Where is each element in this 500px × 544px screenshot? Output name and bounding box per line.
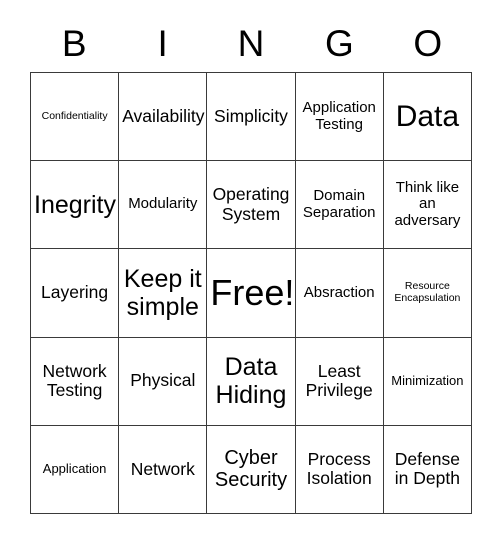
bingo-grid: Confidentiality Availability Simplicity App… (30, 72, 472, 514)
bingo-cell[interactable]: Application (31, 425, 120, 514)
bingo-header-letter-o: O (413, 22, 443, 64)
bingo-cell-label: Keep it simple (123, 264, 202, 321)
bingo-cell-label: Cyber Security (214, 447, 288, 492)
bingo-cell[interactable]: Keep it simple (119, 249, 208, 338)
bingo-cell-free-space[interactable]: Free! (207, 249, 296, 338)
bingo-cell[interactable]: Network Testing (31, 337, 120, 426)
bingo-cell[interactable]: Cyber Security (207, 425, 296, 514)
bingo-cell-label: Application (42, 461, 107, 477)
bingo-cell[interactable]: Network (119, 425, 208, 514)
bingo-header-letter-n: N (237, 22, 265, 64)
bingo-header-letter-i: I (157, 22, 168, 64)
bingo-cell[interactable]: Defense in Depth (383, 425, 472, 514)
bingo-cell-label: Defense in Depth (394, 448, 460, 489)
bingo-cell-label: Minimization (391, 372, 464, 388)
bingo-cell[interactable]: Operating System (207, 161, 296, 250)
bingo-cell-label: Availability (122, 105, 205, 126)
bingo-cell[interactable]: Inegrity (31, 161, 120, 250)
bingo-cell[interactable]: Modularity (119, 161, 208, 250)
bingo-cell-label: Think like an adversary (394, 178, 461, 230)
bingo-cell-label: Data (395, 99, 460, 133)
bingo-cell-label: Confidentiality (41, 109, 108, 122)
bingo-cell[interactable]: Data (383, 73, 472, 162)
bingo-cell-label: Resource Encapsulation (394, 280, 461, 304)
bingo-cell[interactable]: Simplicity (207, 73, 296, 162)
bingo-cell[interactable]: Absraction (295, 249, 384, 338)
bingo-cell[interactable]: Least Privilege (295, 337, 384, 426)
bingo-cell-label: Layering (41, 282, 109, 303)
bingo-cell-label: Simplicity (214, 105, 288, 126)
bingo-cell[interactable]: Availability (119, 73, 208, 162)
bingo-cell-label: Operating System (212, 184, 290, 224)
bingo-cell-label: Network Testing (42, 360, 107, 401)
bingo-cell-label: Process Isolation (306, 448, 372, 489)
bingo-cell-label: Physical (130, 370, 196, 391)
bingo-cell[interactable]: Process Isolation (295, 425, 384, 514)
bingo-cell-label: Application Testing (302, 98, 376, 133)
bingo-cell[interactable]: Think like an adversary (383, 161, 472, 250)
bingo-header-letter-b: B (61, 22, 87, 64)
bingo-cell[interactable]: Confidentiality (31, 73, 120, 162)
bingo-cell-label: Data Hiding (215, 353, 287, 410)
bingo-header-row: B I N G O (30, 14, 472, 72)
bingo-header-letter-g: G (325, 22, 354, 64)
bingo-cell-label: Modularity (128, 195, 198, 213)
bingo-cell[interactable]: Resource Encapsulation (383, 249, 472, 338)
bingo-cell-label: Domain Separation (302, 186, 376, 221)
bingo-cell-label: Absraction (303, 283, 375, 301)
bingo-cell-label: Least Privilege (305, 360, 373, 401)
bingo-cell-label: Free! (210, 271, 295, 313)
bingo-cell[interactable]: Application Testing (295, 73, 384, 162)
bingo-cell[interactable]: Minimization (383, 337, 472, 426)
bingo-cell[interactable]: Data Hiding (207, 337, 296, 426)
bingo-cell[interactable]: Physical (119, 337, 208, 426)
bingo-cell-label: Inegrity (34, 190, 116, 219)
bingo-cell-label: Network (130, 458, 195, 479)
bingo-cell[interactable]: Domain Separation (295, 161, 384, 250)
bingo-card: B I N G O Confidentiality Availability Sim… (0, 0, 500, 544)
bingo-cell[interactable]: Layering (31, 249, 120, 338)
